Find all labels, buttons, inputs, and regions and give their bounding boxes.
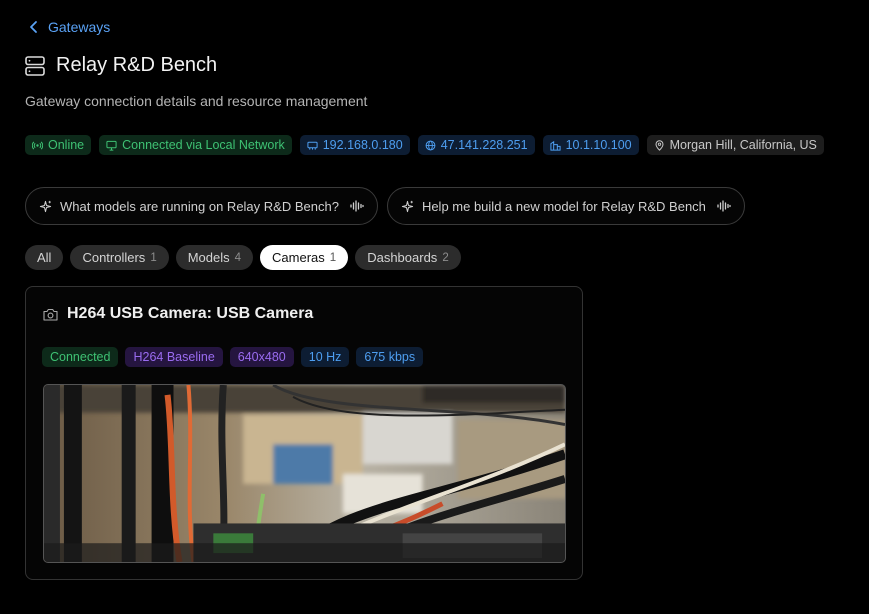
camera-card[interactable]: H264 USB Camera: USB Camera Connected H2…: [25, 286, 583, 580]
globe-icon: [425, 140, 436, 150]
tab-count: 2: [442, 251, 449, 264]
status-location-label: Morgan Hill, California, US: [669, 138, 817, 152]
status-site-ip-label: 10.1.10.100: [565, 138, 632, 152]
sparkle-icon: [39, 200, 52, 212]
camera-feed-preview[interactable]: [43, 384, 566, 563]
server-icon: [25, 55, 45, 76]
tab-label: Controllers: [82, 250, 146, 265]
map-pin-icon: [655, 139, 664, 151]
status-connection-label: Connected via Local Network: [122, 138, 285, 152]
tab-controllers[interactable]: Controllers 1: [70, 245, 169, 270]
tab-dashboards[interactable]: Dashboards 2: [355, 245, 461, 270]
resource-tabs: All Controllers 1 Models 4 Cameras 1 Das…: [25, 245, 461, 270]
tab-label: Models: [187, 250, 230, 265]
status-badge-public-ip: 47.141.228.251: [417, 135, 535, 155]
prompt-label: Help me build a new model for Relay R&D …: [421, 198, 706, 214]
status-badge-local-ip: 192.168.0.180: [299, 135, 410, 155]
tab-count: 4: [234, 251, 242, 264]
page-header: Relay R&D Bench: [25, 54, 217, 77]
sparkle-icon: [401, 200, 414, 212]
building-icon: [549, 140, 561, 151]
status-online-label: Online: [48, 138, 85, 152]
tab-label: All: [37, 250, 52, 265]
page-subtitle: Gateway connection details and resource …: [25, 93, 368, 109]
status-badge-location: Morgan Hill, California, US: [646, 135, 824, 155]
status-badges: Online Connected via Local Network 192.1…: [25, 135, 824, 155]
chevron-left-icon: [30, 21, 37, 33]
camera-badge-codec: H264 Baseline: [125, 347, 223, 367]
monitor-icon: [106, 140, 117, 151]
camera-feed-image: [44, 385, 565, 562]
prompt-button-build-model[interactable]: Help me build a new model for Relay R&D …: [386, 187, 745, 225]
tab-count: 1: [150, 251, 157, 264]
status-public-ip-label: 47.141.228.251: [440, 138, 528, 152]
back-link-label: Gateways: [48, 19, 111, 35]
camera-badge-framerate: 10 Hz: [300, 347, 350, 367]
camera-icon: [43, 308, 58, 321]
audio-waveform-icon: [717, 200, 731, 212]
status-local-ip-label: 192.168.0.180: [322, 138, 403, 152]
page-title: Relay R&D Bench: [56, 54, 218, 76]
camera-badges: Connected H264 Baseline 640x480 10 Hz 67…: [42, 347, 424, 367]
prompt-suggestions: What models are running on Relay R&D Ben…: [25, 187, 745, 225]
camera-card-header: H264 USB Camera: USB Camera: [43, 305, 313, 323]
audio-waveform-icon: [350, 200, 364, 212]
camera-badge-bitrate: 675 kbps: [356, 347, 424, 367]
tab-label: Dashboards: [367, 250, 438, 265]
tab-label: Cameras: [272, 250, 325, 265]
tab-models[interactable]: Models 4: [175, 245, 254, 270]
status-badge-site-ip: 10.1.10.100: [542, 135, 639, 155]
prompt-button-models-running[interactable]: What models are running on Relay R&D Ben…: [25, 187, 378, 225]
camera-title: H264 USB Camera: USB Camera: [67, 305, 314, 322]
tab-count: 1: [329, 251, 337, 264]
prompt-label: What models are running on Relay R&D Ben…: [60, 198, 339, 214]
camera-badge-resolution: 640x480: [229, 347, 294, 367]
broadcast-icon: [32, 140, 43, 150]
status-badge-online: Online: [25, 135, 92, 155]
camera-badge-connected: Connected: [42, 347, 119, 367]
tab-cameras[interactable]: Cameras 1: [260, 245, 349, 270]
tab-all[interactable]: All: [25, 245, 64, 270]
status-badge-connection: Connected via Local Network: [99, 135, 292, 155]
back-link-gateways[interactable]: Gateways: [28, 19, 110, 35]
network-card-icon: [307, 141, 318, 150]
